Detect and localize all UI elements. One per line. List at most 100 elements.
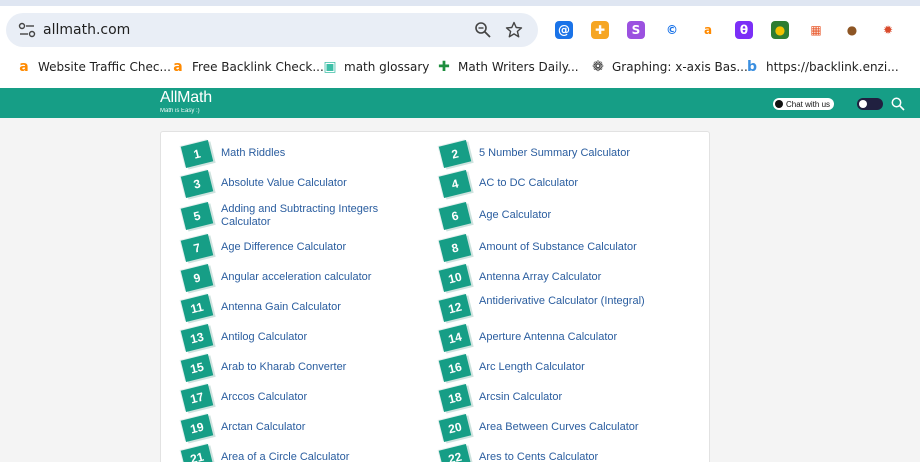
sheets-bookmark-icon: ✚ (438, 59, 450, 75)
number-badge: 19 (180, 413, 214, 443)
calculator-link[interactable]: Age Difference Calculator (221, 241, 401, 254)
calculator-link[interactable]: Antiderivative Calculator (Integral) (479, 295, 659, 308)
chat-icon (775, 100, 783, 108)
number-badge: 18 (438, 383, 472, 413)
number-badge: 16 (438, 353, 472, 383)
number-badge-label: 3 (180, 169, 214, 199)
number-badge: 20 (438, 413, 472, 443)
number-badge-label: 10 (438, 263, 472, 293)
number-badge-label: 21 (180, 443, 214, 462)
calculator-link[interactable]: Age Calculator (479, 209, 659, 222)
calculator-link[interactable]: Arab to Kharab Converter (221, 361, 401, 374)
browser-chrome: allmath.com @ ✚ S © a θ ● ▦ ● ✹ a Website Traffic … (0, 0, 920, 88)
calculator-link[interactable]: Ares to Cents Calculator (479, 451, 659, 462)
calculator-link[interactable]: Math Riddles (221, 147, 401, 160)
site-header: AllMath Math is Easy :) Chat with us (0, 88, 920, 118)
bookmark-item[interactable]: a Website Traffic Chec... (16, 58, 171, 76)
number-badge-label: 13 (180, 323, 214, 353)
number-badge: 11 (180, 293, 214, 323)
copyright-extension-icon[interactable]: © (663, 21, 681, 39)
number-badge: 2 (438, 139, 472, 169)
tab-strip-edge (0, 0, 920, 6)
number-badge: 7 (180, 233, 214, 263)
number-badge-label: 22 (438, 443, 472, 462)
calculator-link[interactable]: Arcsin Calculator (479, 391, 659, 404)
a-bookmark-icon: a (19, 59, 29, 75)
number-badge: 22 (438, 443, 472, 462)
number-badge: 14 (438, 323, 472, 353)
bookmark-label: Math Writers Daily... (458, 60, 579, 74)
calculator-link[interactable]: AC to DC Calculator (479, 177, 659, 190)
calculator-link[interactable]: Aperture Antenna Calculator (479, 331, 659, 344)
purple-extension-icon[interactable]: θ (735, 21, 753, 39)
cookie-extension-icon[interactable]: ● (843, 21, 861, 39)
bookmark-label: Graphing: x-axis Bas... (612, 60, 748, 74)
bookmark-label: Free Backlink Check... (192, 60, 324, 74)
zoom-icon[interactable] (474, 21, 492, 39)
bookmark-item[interactable]: ❁ Graphing: x-axis Bas... (590, 58, 748, 76)
number-badge-label: 15 (180, 353, 214, 383)
number-badge-label: 12 (438, 293, 472, 323)
site-info-icon[interactable] (18, 22, 36, 38)
number-badge-label: 5 (180, 201, 214, 231)
calculator-link[interactable]: 5 Number Summary Calculator (479, 147, 659, 160)
calculator-link[interactable]: Area Between Curves Calculator (479, 421, 659, 434)
at-sign-extension-icon[interactable]: @ (555, 21, 573, 39)
dark-mode-toggle[interactable] (857, 98, 883, 110)
globe-extension-icon[interactable]: ● (771, 21, 789, 39)
crab-extension-icon[interactable]: ✹ (879, 21, 897, 39)
bookmark-item[interactable]: ▣ math glossary (322, 58, 429, 76)
site-name[interactable]: AllMath (160, 89, 212, 107)
bookmark-label: Website Traffic Chec... (38, 60, 171, 74)
calculator-link[interactable]: Antenna Gain Calculator (221, 301, 401, 314)
number-badge: 13 (180, 323, 214, 353)
flame-extension-icon[interactable]: ✚ (591, 21, 609, 39)
calculator-link[interactable]: Adding and Subtracting Integers Calculat… (221, 203, 401, 229)
calculator-link[interactable]: Angular acceleration calculator (221, 271, 401, 284)
number-badge: 8 (438, 233, 472, 263)
chat-label: Chat with us (786, 99, 831, 109)
number-badge: 9 (180, 263, 214, 293)
bookmark-label: math glossary (344, 60, 430, 74)
number-badge: 17 (180, 383, 214, 413)
number-badge: 6 (438, 201, 472, 231)
calculator-link[interactable]: Amount of Substance Calculator (479, 241, 659, 254)
number-badge: 4 (438, 169, 472, 199)
bookmark-item[interactable]: ✚ Math Writers Daily... (436, 58, 579, 76)
layout-extension-icon[interactable]: ▦ (807, 21, 825, 39)
a-extension-icon[interactable]: a (699, 21, 717, 39)
site-logo[interactable]: AllMath Math is Easy :) (160, 89, 212, 115)
bookmark-star-icon[interactable] (505, 21, 523, 39)
a-bookmark-icon: a (173, 59, 183, 75)
number-badge-label: 1 (180, 139, 214, 169)
bookmark-item[interactable]: a Free Backlink Check... (170, 58, 324, 76)
number-badge-label: 16 (438, 353, 472, 383)
calculator-link[interactable]: Arccos Calculator (221, 391, 401, 404)
number-badge: 15 (180, 353, 214, 383)
s-extension-icon[interactable]: S (627, 21, 645, 39)
address-bar[interactable]: allmath.com (6, 13, 538, 47)
number-badge-label: 4 (438, 169, 472, 199)
cube-bookmark-icon: ▣ (323, 59, 337, 75)
number-badge-label: 14 (438, 323, 472, 353)
calculator-link[interactable]: Area of a Circle Calculator (221, 451, 401, 462)
number-badge: 21 (180, 443, 214, 462)
bookmark-item[interactable]: b https://backlink.enzi... (744, 58, 899, 76)
number-badge-label: 19 (180, 413, 214, 443)
calculator-link[interactable]: Arc Length Calculator (479, 361, 659, 374)
url-text[interactable]: allmath.com (43, 22, 130, 38)
calculator-link[interactable]: Antilog Calculator (221, 331, 401, 344)
chat-with-us-button[interactable]: Chat with us (773, 98, 835, 110)
number-badge: 1 (180, 139, 214, 169)
calculator-link[interactable]: Arctan Calculator (221, 421, 401, 434)
number-badge-label: 17 (180, 383, 214, 413)
calculator-link[interactable]: Antenna Array Calculator (479, 271, 659, 284)
number-badge-label: 11 (180, 293, 214, 323)
calculator-link[interactable]: Absolute Value Calculator (221, 177, 401, 190)
search-icon[interactable] (891, 97, 905, 111)
number-badge: 3 (180, 169, 214, 199)
bookmark-label: https://backlink.enzi... (766, 60, 899, 74)
calculator-list-card: 1 Math Riddles 2 5 Number Summary Calculato… (160, 131, 710, 462)
number-badge-label: 2 (438, 139, 472, 169)
moon-icon (859, 100, 867, 108)
